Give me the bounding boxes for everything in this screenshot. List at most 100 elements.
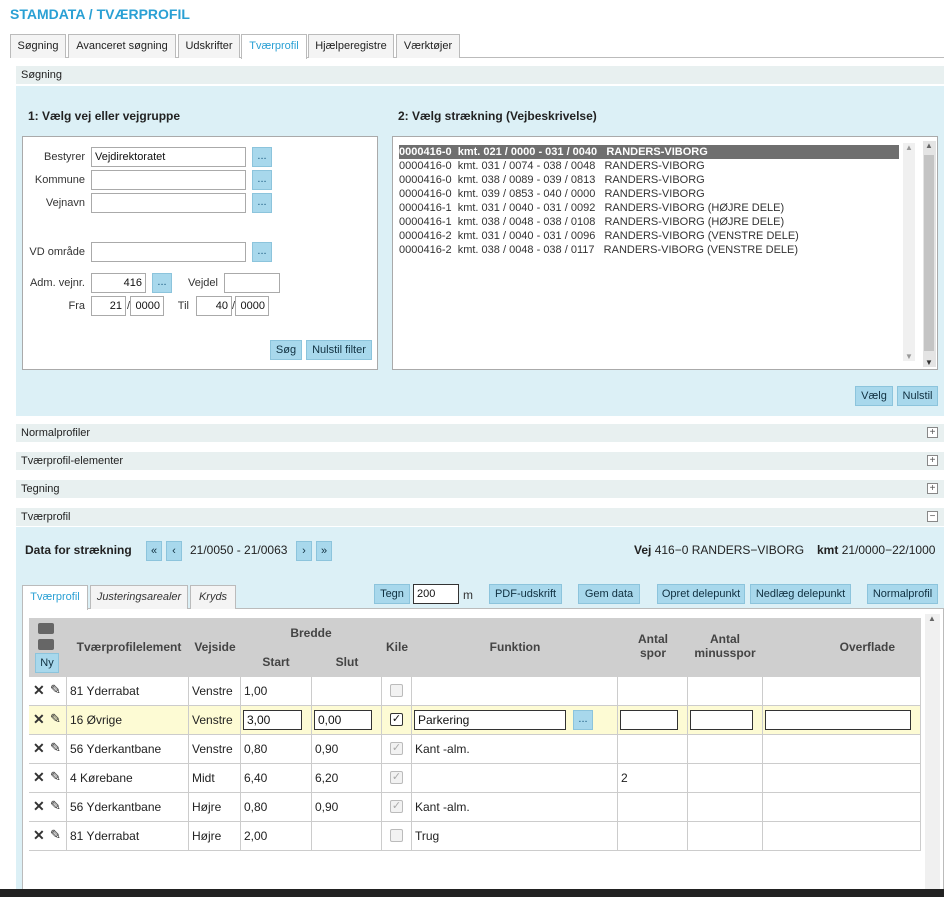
list-item[interactable]: 0000416-0 kmt. 031 / 0074 - 038 / 0048 R… xyxy=(399,159,899,173)
col-kile[interactable]: Kile xyxy=(382,640,412,654)
table-row[interactable]: ✕ ✎ 16 Øvrige Venstre 3,00 0,00 ✓ Parkering... xyxy=(29,706,921,735)
funktion-input[interactable]: Parkering xyxy=(414,710,566,730)
list-item[interactable]: 0000416-0 kmt. 038 / 0089 - 039 / 0813 R… xyxy=(399,173,899,187)
pdf-button[interactable]: PDF-udskrift xyxy=(489,584,562,604)
next-page-button[interactable]: › xyxy=(296,541,312,561)
scroll-thumb[interactable] xyxy=(924,155,934,351)
funktion-lookup-button[interactable]: ... xyxy=(573,710,593,730)
last-page-button[interactable]: » xyxy=(316,541,332,561)
spor-input[interactable] xyxy=(620,710,678,730)
camera-icon[interactable] xyxy=(38,639,54,650)
bestyrer-input[interactable]: Vejdirektoratet xyxy=(91,147,246,167)
create-split-button[interactable]: Opret delepunkt xyxy=(657,584,745,604)
tab-vaerktoejer[interactable]: Værktøjer xyxy=(396,34,460,58)
overflade-input[interactable] xyxy=(765,710,911,730)
reset-filter-button[interactable]: Nulstil filter xyxy=(306,340,372,360)
delete-icon[interactable]: ✕ xyxy=(33,828,45,842)
normalprofiler-panel-header[interactable]: Normalprofiler + xyxy=(16,424,944,442)
kile-checkbox[interactable]: ✓ xyxy=(390,742,403,755)
list-item[interactable]: 0000416-1 kmt. 038 / 0048 - 038 / 0108 R… xyxy=(399,215,899,229)
table-row[interactable]: ✕ ✎ 56 Yderkantbane Venstre 0,80 0,90 ✓ Kant -a… xyxy=(29,735,921,764)
table-row[interactable]: ✕ ✎ 81 Yderrabat Venstre 1,00 xyxy=(29,677,921,706)
delete-icon[interactable]: ✕ xyxy=(33,770,45,784)
table-row[interactable]: ✕ ✎ 81 Yderrabat Højre 2,00 Trug xyxy=(29,822,921,851)
first-page-button[interactable]: « xyxy=(146,541,162,561)
col-vejside[interactable]: Vejside xyxy=(189,640,241,654)
vejnavn-lookup-button[interactable]: ... xyxy=(252,193,272,213)
adm-vejnr-input[interactable]: 416 xyxy=(91,273,146,293)
vejnavn-input[interactable] xyxy=(91,193,246,213)
kile-checkbox[interactable]: ✓ xyxy=(390,771,403,784)
list-item[interactable]: 0000416-2 kmt. 031 / 0040 - 031 / 0096 R… xyxy=(399,229,899,243)
remove-split-button[interactable]: Nedlæg delepunkt xyxy=(750,584,851,604)
table-row[interactable]: ✕ ✎ 56 Yderkantbane Højre 0,80 0,90 ✓ Kant -alm… xyxy=(29,793,921,822)
slut-input[interactable]: 0,00 xyxy=(314,710,372,730)
tab-soegning[interactable]: Søgning xyxy=(10,34,66,58)
col-antal-spor[interactable]: Antal spor xyxy=(629,632,677,660)
pencil-icon[interactable]: ✎ xyxy=(50,706,61,732)
list-inner-scrollbar[interactable]: ▲ ▼ xyxy=(903,143,915,361)
vd-omraade-lookup-button[interactable]: ... xyxy=(252,242,272,262)
list-item[interactable]: 0000416-1 kmt. 031 / 0040 - 031 / 0092 R… xyxy=(399,201,899,215)
new-row-button[interactable]: Ny xyxy=(35,653,59,673)
expand-icon[interactable]: + xyxy=(927,427,938,438)
kommune-lookup-button[interactable]: ... xyxy=(252,170,272,190)
list-item[interactable]: 0000416-0 kmt. 021 / 0000 - 031 / 0040 R… xyxy=(399,145,899,159)
grid-scrollbar[interactable]: ▲ xyxy=(925,614,940,890)
col-element[interactable]: Tværprofilelement xyxy=(74,640,184,654)
delete-icon[interactable]: ✕ xyxy=(33,712,45,726)
save-button[interactable]: Gem data xyxy=(578,584,640,604)
kile-checkbox[interactable]: ✓ xyxy=(390,800,403,813)
pencil-icon[interactable]: ✎ xyxy=(50,793,61,819)
adm-vejnr-lookup-button[interactable]: ... xyxy=(152,273,172,293)
tab-tvaerprofil[interactable]: Tværprofil xyxy=(241,34,307,59)
til-km-input[interactable]: 40 xyxy=(196,296,232,316)
tab-hjaelperegistre[interactable]: Hjælperegistre xyxy=(308,34,394,58)
vejdel-input[interactable] xyxy=(224,273,280,293)
bestyrer-lookup-button[interactable]: ... xyxy=(252,147,272,167)
tegning-panel-header[interactable]: Tegning + xyxy=(16,480,944,498)
collapse-icon[interactable]: − xyxy=(927,511,938,522)
scale-input[interactable]: 200 xyxy=(413,584,459,604)
select-button[interactable]: Vælg xyxy=(855,386,893,406)
camera-icon[interactable] xyxy=(38,623,54,634)
col-slut[interactable]: Slut xyxy=(312,655,382,669)
col-funktion[interactable]: Funktion xyxy=(412,640,618,654)
pencil-icon[interactable]: ✎ xyxy=(50,677,61,703)
til-m-input[interactable]: 0000 xyxy=(235,296,269,316)
section-list[interactable]: 0000416-0 kmt. 021 / 0000 - 031 / 0040 R… xyxy=(392,136,938,370)
pencil-icon[interactable]: ✎ xyxy=(50,764,61,790)
fra-m-input[interactable]: 0000 xyxy=(130,296,164,316)
list-item[interactable]: 0000416-0 kmt. 039 / 0853 - 040 / 0000 R… xyxy=(399,187,899,201)
kile-checkbox[interactable]: ✓ xyxy=(390,713,403,726)
tab-udskrifter[interactable]: Udskrifter xyxy=(178,34,240,58)
table-row[interactable]: ✕ ✎ 4 Kørebane Midt 6,40 6,20 ✓ 2 xyxy=(29,764,921,793)
tvaerprofil-panel-header[interactable]: Tværprofil − xyxy=(16,508,944,526)
col-start[interactable]: Start xyxy=(241,655,311,669)
pencil-icon[interactable]: ✎ xyxy=(50,735,61,761)
inner-tab-tvaerprofil[interactable]: Tværprofil xyxy=(22,585,88,610)
expand-icon[interactable]: + xyxy=(927,483,938,494)
search-button[interactable]: Søg xyxy=(270,340,302,360)
vd-omraade-input[interactable] xyxy=(91,242,246,262)
fra-km-input[interactable]: 21 xyxy=(91,296,126,316)
expand-icon[interactable]: + xyxy=(927,455,938,466)
pencil-icon[interactable]: ✎ xyxy=(50,822,61,848)
elements-panel-header[interactable]: Tværprofil-elementer + xyxy=(16,452,944,470)
col-antal-minusspor[interactable]: Antal minusspor xyxy=(688,632,762,660)
minus-input[interactable] xyxy=(690,710,753,730)
tab-avanceret-soegning[interactable]: Avanceret søgning xyxy=(68,34,176,58)
reset-button[interactable]: Nulstil xyxy=(897,386,938,406)
kile-checkbox[interactable] xyxy=(390,829,403,842)
col-overflade[interactable]: Overflade xyxy=(763,640,921,654)
list-item[interactable]: 0000416-2 kmt. 038 / 0048 - 038 / 0117 R… xyxy=(399,243,899,257)
prev-page-button[interactable]: ‹ xyxy=(166,541,182,561)
list-scrollbar[interactable]: ▲ ▼ xyxy=(923,141,936,367)
draw-button[interactable]: Tegn xyxy=(374,584,410,604)
start-input[interactable]: 3,00 xyxy=(243,710,302,730)
delete-icon[interactable]: ✕ xyxy=(33,683,45,697)
inner-tab-kryds[interactable]: Kryds xyxy=(190,585,236,609)
delete-icon[interactable]: ✕ xyxy=(33,799,45,813)
normalprofile-button[interactable]: Normalprofil xyxy=(867,584,938,604)
kile-checkbox[interactable] xyxy=(390,684,403,697)
